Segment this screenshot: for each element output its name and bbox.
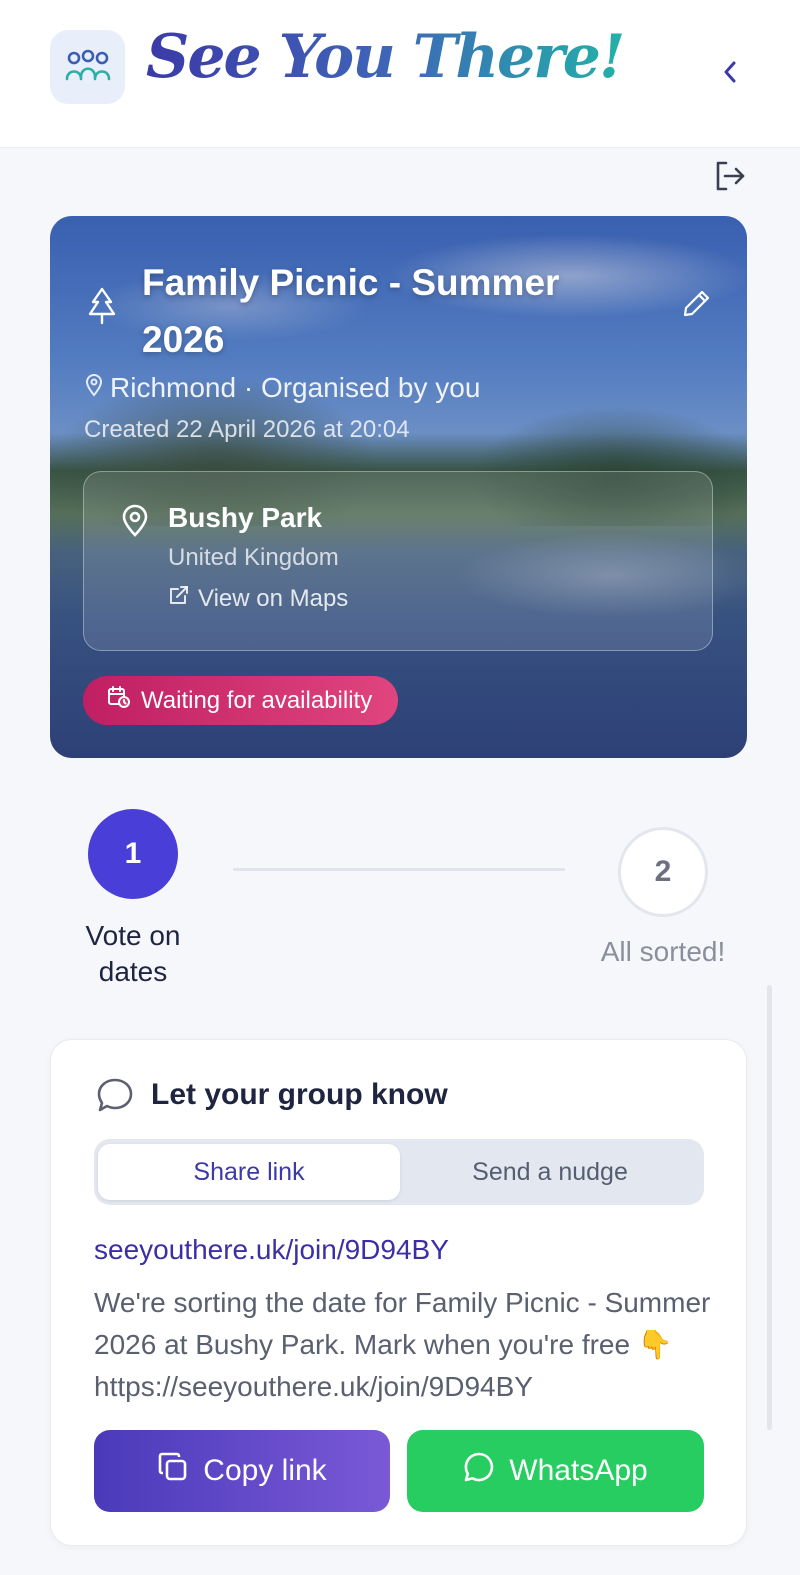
venue-card: Bushy Park United Kingdom View on Maps bbox=[83, 471, 713, 651]
step-2-indicator: 2 bbox=[618, 827, 708, 917]
copy-icon bbox=[157, 1451, 189, 1491]
calendar-clock-icon bbox=[107, 685, 131, 716]
share-tabs: Share link Send a nudge bbox=[94, 1139, 704, 1205]
location-pin-icon bbox=[120, 504, 150, 538]
edit-icon[interactable] bbox=[682, 288, 714, 320]
people-icon bbox=[50, 30, 125, 104]
whatsapp-icon bbox=[463, 1451, 495, 1491]
event-subtitle: Richmond · Organised by you bbox=[84, 372, 480, 404]
created-timestamp: Created 22 April 2026 at 20:04 bbox=[84, 416, 410, 443]
chat-bubble-icon bbox=[95, 1076, 135, 1116]
share-card: Let your group know Share link Send a nu… bbox=[50, 1039, 747, 1546]
venue-name: Bushy Park bbox=[168, 502, 323, 533]
status-label: Waiting for availability bbox=[141, 686, 373, 714]
app-bar: See You There! bbox=[0, 0, 800, 148]
external-link-icon bbox=[168, 584, 190, 613]
location-pin-icon bbox=[84, 372, 104, 404]
event-title: Family Picnic - Summer 2026 bbox=[142, 262, 560, 360]
scrollbar[interactable] bbox=[767, 985, 772, 1430]
whatsapp-label: WhatsApp bbox=[509, 1454, 648, 1487]
status-badge: Waiting for availability bbox=[83, 676, 399, 725]
copy-link-label: Copy link bbox=[203, 1454, 327, 1487]
event-subtitle-text: Richmond · Organised by you bbox=[110, 372, 481, 403]
whatsapp-button[interactable]: WhatsApp bbox=[407, 1430, 704, 1512]
event-hero-card: Family Picnic - Summer 2026 Richmond · O… bbox=[50, 216, 747, 758]
share-heading: Let your group know bbox=[151, 1078, 448, 1111]
view-on-maps-label: View on Maps bbox=[198, 584, 349, 612]
app-title: See You There! bbox=[146, 22, 625, 92]
tree-icon bbox=[84, 286, 120, 326]
step-1-indicator: 1 bbox=[88, 809, 178, 899]
step-1-label: Vote on dates bbox=[85, 920, 181, 987]
venue-country: United Kingdom bbox=[168, 544, 339, 571]
copy-link-button[interactable]: Copy link bbox=[94, 1430, 390, 1512]
share-link[interactable]: seeyouthere.uk/join/9D94BY bbox=[94, 1234, 449, 1266]
chevron-left-icon[interactable] bbox=[712, 54, 748, 90]
step-2-label: All sorted! bbox=[600, 936, 726, 967]
tab-send-nudge[interactable]: Send a nudge bbox=[400, 1144, 700, 1200]
view-on-maps-link[interactable]: View on Maps bbox=[168, 584, 348, 613]
step-connector bbox=[233, 868, 565, 871]
logout-icon[interactable] bbox=[710, 156, 750, 196]
tab-share-link[interactable]: Share link bbox=[98, 1144, 400, 1200]
share-message: We're sorting the date for Family Picnic… bbox=[94, 1287, 711, 1402]
